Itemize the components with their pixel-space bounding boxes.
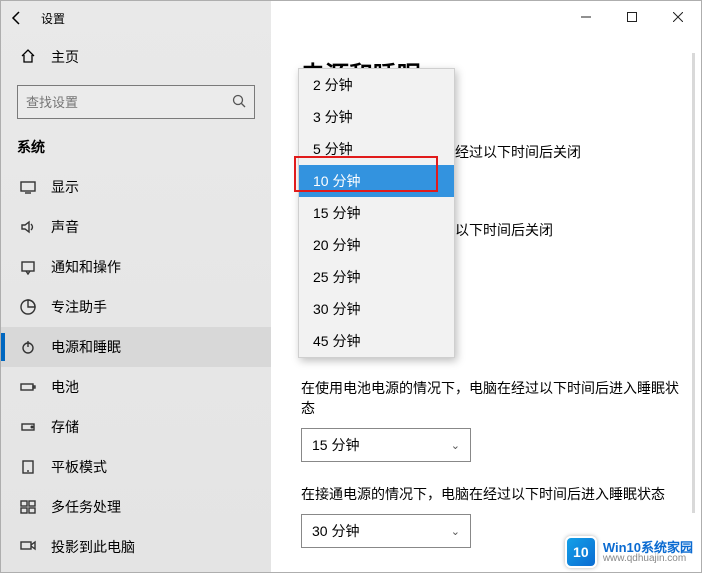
search-input[interactable] [26, 95, 232, 110]
sidebar-item-project[interactable]: 投影到此电脑 [1, 527, 271, 567]
watermark: 10 Win10系统家园 www.qdhuajin.com [565, 536, 693, 568]
nav-label: 平板模式 [51, 457, 107, 477]
chevron-down-icon: ⌄ [451, 439, 460, 452]
display-icon [19, 178, 37, 196]
time-dropdown-popup: 2 分钟3 分钟5 分钟10 分钟15 分钟20 分钟25 分钟30 分钟45 … [298, 68, 455, 358]
dropdown-option[interactable]: 45 分钟 [299, 325, 454, 357]
combo-value: 15 分钟 [312, 435, 359, 455]
multitask-icon [19, 498, 37, 516]
dropdown-option[interactable]: 2 分钟 [299, 69, 454, 101]
nav-label: 电源和睡眠 [51, 337, 121, 357]
window-title: 设置 [41, 10, 65, 27]
sound-icon [19, 218, 37, 236]
focus-icon [19, 298, 37, 316]
sidebar-item-battery[interactable]: 电池 [1, 367, 271, 407]
chevron-down-icon: ⌄ [451, 525, 460, 538]
nav-label: 多任务处理 [51, 497, 121, 517]
sidebar-item-display[interactable]: 显示 [1, 167, 271, 207]
screen-off-hint-1: 经过以下时间后关闭 [455, 142, 581, 162]
search-box[interactable] [17, 85, 255, 119]
sidebar-item-multitask[interactable]: 多任务处理 [1, 487, 271, 527]
search-icon [232, 94, 246, 111]
home-label: 主页 [51, 47, 79, 67]
dropdown-option[interactable]: 25 分钟 [299, 261, 454, 293]
window-maximize-button[interactable] [609, 1, 655, 33]
dropdown-option[interactable]: 30 分钟 [299, 293, 454, 325]
watermark-line2: www.qdhuajin.com [603, 554, 693, 564]
sleep-battery-label: 在使用电池电源的情况下，电脑在经过以下时间后进入睡眠状态 [301, 378, 681, 418]
dropdown-option[interactable]: 3 分钟 [299, 101, 454, 133]
sidebar-item-notifications[interactable]: 通知和操作 [1, 247, 271, 287]
nav-label: 投影到此电脑 [51, 537, 135, 557]
combo-value: 30 分钟 [312, 521, 359, 541]
window-close-button[interactable] [655, 1, 701, 33]
sidebar-item-power[interactable]: 电源和睡眠 [1, 327, 271, 367]
window-minimize-button[interactable] [563, 1, 609, 33]
dropdown-option[interactable]: 20 分钟 [299, 229, 454, 261]
dropdown-option[interactable]: 15 分钟 [299, 197, 454, 229]
back-button[interactable] [1, 1, 33, 35]
battery-icon [19, 378, 37, 396]
sidebar-item-sound[interactable]: 声音 [1, 207, 271, 247]
dropdown-option[interactable]: 5 分钟 [299, 133, 454, 165]
nav-label: 声音 [51, 217, 79, 237]
home-nav[interactable]: 主页 [1, 37, 271, 77]
dropdown-option[interactable]: 10 分钟 [299, 165, 454, 197]
sleep-plugged-combo[interactable]: 30 分钟 ⌄ [301, 514, 471, 548]
storage-icon [19, 418, 37, 436]
watermark-logo: 10 [565, 536, 597, 568]
watermark-line1: Win10系统家园 [603, 541, 693, 554]
nav-label: 专注助手 [51, 297, 107, 317]
project-icon [19, 538, 37, 556]
sleep-battery-combo[interactable]: 15 分钟 ⌄ [301, 428, 471, 462]
home-icon [19, 48, 37, 67]
sidebar-item-storage[interactable]: 存储 [1, 407, 271, 447]
tablet-icon [19, 458, 37, 476]
nav-list: 显示 声音 通知和操作 专注助手 电源和睡眠 电池 [1, 167, 271, 567]
nav-label: 电池 [51, 377, 79, 397]
notifications-icon [19, 258, 37, 276]
nav-label: 显示 [51, 177, 79, 197]
scrollbar[interactable] [692, 53, 695, 513]
screen-off-hint-2: 以下时间后关闭 [455, 220, 553, 240]
nav-label: 存储 [51, 417, 79, 437]
sidebar-item-focus[interactable]: 专注助手 [1, 287, 271, 327]
sidebar: 主页 系统 显示 声音 通知和操作 专注助手 [1, 1, 271, 572]
category-label: 系统 [1, 137, 271, 167]
sidebar-item-tablet[interactable]: 平板模式 [1, 447, 271, 487]
power-icon [19, 338, 37, 356]
nav-label: 通知和操作 [51, 257, 121, 277]
sleep-plugged-label: 在接通电源的情况下，电脑在经过以下时间后进入睡眠状态 [301, 484, 681, 504]
